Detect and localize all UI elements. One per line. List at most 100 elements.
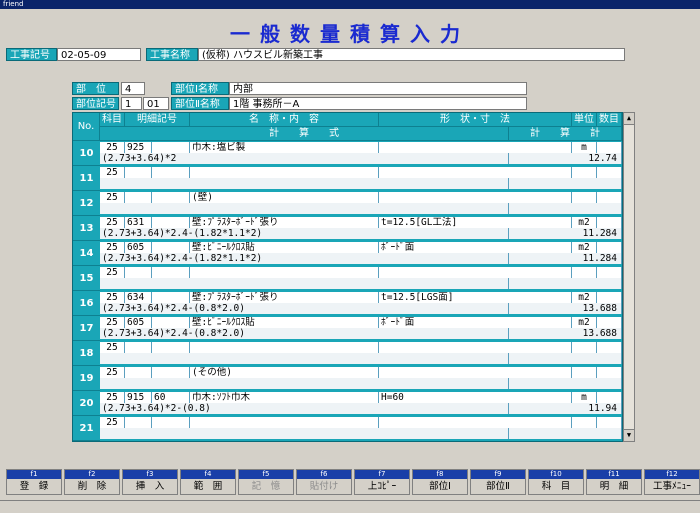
shape-cell[interactable]: ﾎﾞｰﾄﾞ面 <box>379 242 572 253</box>
shape-cell[interactable] <box>379 167 572 178</box>
count-cell[interactable] <box>597 217 622 228</box>
meisai-code-cell[interactable] <box>125 367 152 378</box>
fkey-f8-button[interactable]: f8 部位Ⅰ <box>412 469 468 495</box>
fkey-f9-button[interactable]: f9 部位Ⅱ <box>470 469 526 495</box>
total-cell[interactable] <box>509 203 622 214</box>
count-cell[interactable] <box>597 242 622 253</box>
meisai-code-cell[interactable]: 605 <box>125 242 152 253</box>
bui1-name-field[interactable]: 内部 <box>229 82 527 95</box>
formula-cell[interactable] <box>100 178 509 189</box>
name-cell[interactable]: 壁:ﾋﾞﾆｰﾙｸﾛｽ貼 <box>190 317 379 328</box>
shape-cell[interactable] <box>379 417 572 428</box>
formula-cell[interactable]: (2.73+3.64)*2 <box>100 153 509 164</box>
count-cell[interactable] <box>597 342 622 353</box>
kamoku-cell[interactable]: 25 <box>100 342 125 353</box>
unit-cell[interactable] <box>572 417 597 428</box>
unit-cell[interactable]: m <box>572 392 597 403</box>
kamoku-cell[interactable]: 25 <box>100 392 125 403</box>
count-cell[interactable] <box>597 392 622 403</box>
total-cell[interactable]: 13.688 <box>509 303 622 314</box>
formula-cell[interactable]: (2.73+3.64)*2.4-(0.8*2.0) <box>100 328 509 339</box>
fkey-f3-button[interactable]: f3 挿 入 <box>122 469 178 495</box>
unit-cell[interactable] <box>572 342 597 353</box>
formula-cell[interactable]: (2.73+3.64)*2.4-(0.8*2.0) <box>100 303 509 314</box>
shape-cell[interactable] <box>379 192 572 203</box>
count-cell[interactable] <box>597 167 622 178</box>
name-cell[interactable] <box>190 267 379 278</box>
kamoku-cell[interactable]: 25 <box>100 417 125 428</box>
kamoku-cell[interactable]: 25 <box>100 367 125 378</box>
unit-cell[interactable]: m <box>572 142 597 153</box>
total-cell[interactable]: 11.284 <box>509 228 622 239</box>
name-cell[interactable]: (その他) <box>190 367 379 378</box>
meisai-code-cell[interactable] <box>125 267 152 278</box>
meisai-sub-cell[interactable] <box>152 142 190 153</box>
total-cell[interactable] <box>509 278 622 289</box>
meisai-code-cell[interactable]: 915 <box>125 392 152 403</box>
kouji-name-field[interactable]: (仮称) ハウスビル新築工事 <box>198 48 625 61</box>
count-cell[interactable] <box>597 292 622 303</box>
meisai-sub-cell[interactable] <box>152 292 190 303</box>
name-cell[interactable]: 壁:ﾌﾟﾗｽﾀｰﾎﾞｰﾄﾞ張り <box>190 292 379 303</box>
shape-cell[interactable]: t=12.5[GL工法] <box>379 217 572 228</box>
formula-cell[interactable]: (2.73+3.64)*2.4-(1.82*1.1*2) <box>100 253 509 264</box>
name-cell[interactable]: 巾木:ｿﾌﾄ巾木 <box>190 392 379 403</box>
meisai-code-cell[interactable]: 605 <box>125 317 152 328</box>
kamoku-cell[interactable]: 25 <box>100 242 125 253</box>
fkey-f11-button[interactable]: f11 明 細 <box>586 469 642 495</box>
total-cell[interactable] <box>509 178 622 189</box>
count-cell[interactable] <box>597 367 622 378</box>
meisai-code-cell[interactable]: 634 <box>125 292 152 303</box>
kamoku-cell[interactable]: 25 <box>100 267 125 278</box>
shape-cell[interactable]: ﾎﾞｰﾄﾞ面 <box>379 317 572 328</box>
unit-cell[interactable] <box>572 367 597 378</box>
total-cell[interactable] <box>509 353 622 364</box>
total-cell[interactable]: 11.94 <box>509 403 622 414</box>
name-cell[interactable] <box>190 342 379 353</box>
name-cell[interactable]: 壁:ﾌﾟﾗｽﾀｰﾎﾞｰﾄﾞ張り <box>190 217 379 228</box>
name-cell[interactable]: (壁) <box>190 192 379 203</box>
total-cell[interactable]: 11.284 <box>509 253 622 264</box>
unit-cell[interactable] <box>572 167 597 178</box>
grid-scrollbar[interactable]: ▲ ▼ <box>623 112 635 442</box>
bui-code-1-field[interactable]: 1 <box>121 97 142 110</box>
kamoku-cell[interactable]: 25 <box>100 192 125 203</box>
meisai-sub-cell[interactable] <box>152 317 190 328</box>
kamoku-cell[interactable]: 25 <box>100 142 125 153</box>
shape-cell[interactable]: H=60 <box>379 392 572 403</box>
formula-cell[interactable] <box>100 428 509 439</box>
fkey-f4-button[interactable]: f4 範 囲 <box>180 469 236 495</box>
unit-cell[interactable]: m2 <box>572 292 597 303</box>
quantity-grid[interactable]: No. 科目 明細記号 名 称・内 容 形 状・寸 法 単位 数目 計 算 式 … <box>72 112 623 442</box>
name-cell[interactable] <box>190 417 379 428</box>
meisai-code-cell[interactable] <box>125 192 152 203</box>
meisai-sub-cell[interactable] <box>152 267 190 278</box>
name-cell[interactable] <box>190 167 379 178</box>
kouji-no-field[interactable]: 02-05-09 <box>57 48 141 61</box>
shape-cell[interactable] <box>379 142 572 153</box>
meisai-code-cell[interactable] <box>125 342 152 353</box>
unit-cell[interactable]: m2 <box>572 242 597 253</box>
meisai-sub-cell[interactable] <box>152 417 190 428</box>
name-cell[interactable]: 巾木:塩ビ製 <box>190 142 379 153</box>
meisai-sub-cell[interactable] <box>152 242 190 253</box>
meisai-sub-cell[interactable] <box>152 367 190 378</box>
shape-cell[interactable] <box>379 342 572 353</box>
count-cell[interactable] <box>597 192 622 203</box>
shape-cell[interactable] <box>379 367 572 378</box>
formula-cell[interactable] <box>100 278 509 289</box>
fkey-f1-button[interactable]: f1 登 録 <box>6 469 62 495</box>
formula-cell[interactable] <box>100 378 509 389</box>
shape-cell[interactable]: t=12.5[LGS面] <box>379 292 572 303</box>
unit-cell[interactable] <box>572 267 597 278</box>
bui-code-2-field[interactable]: 01 <box>143 97 169 110</box>
bui-field[interactable]: 4 <box>121 82 145 95</box>
meisai-code-cell[interactable] <box>125 167 152 178</box>
meisai-sub-cell[interactable] <box>152 167 190 178</box>
bui2-name-field[interactable]: 1階 事務所－A <box>229 97 527 110</box>
total-cell[interactable]: 13.688 <box>509 328 622 339</box>
meisai-code-cell[interactable]: 631 <box>125 217 152 228</box>
formula-cell[interactable]: (2.73+3.64)*2-(0.8) <box>100 403 509 414</box>
formula-cell[interactable] <box>100 203 509 214</box>
total-cell[interactable] <box>509 378 622 389</box>
